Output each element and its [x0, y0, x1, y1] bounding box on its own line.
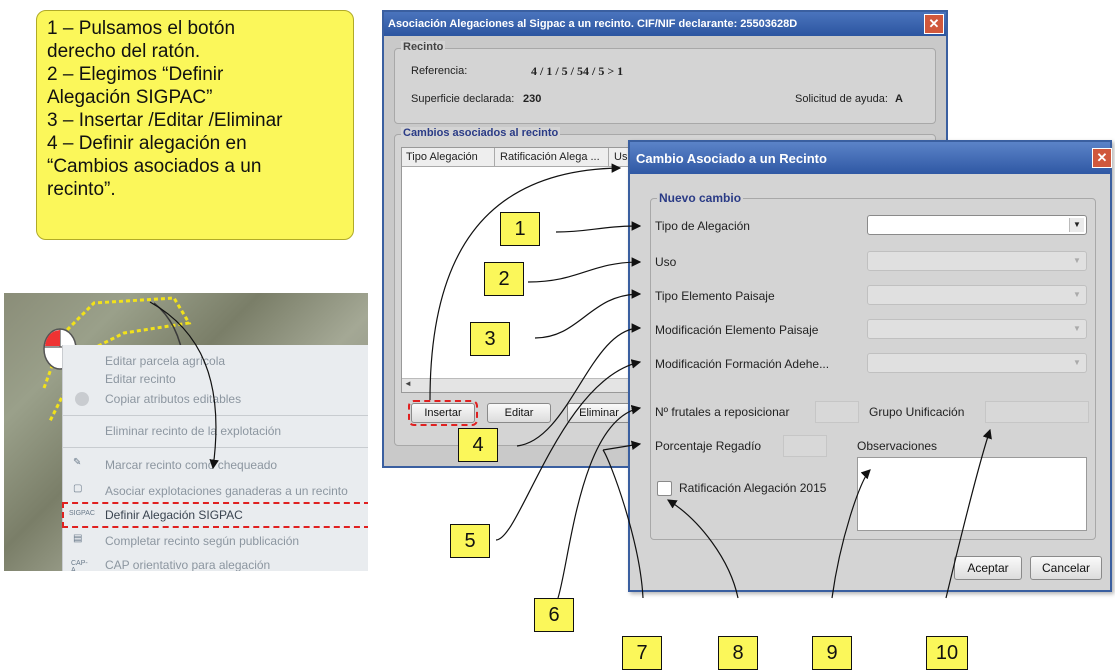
callout-5: 5	[450, 524, 490, 558]
callout-6: 6	[534, 598, 574, 632]
callout-3: 3	[470, 322, 510, 356]
callout-1: 1	[500, 212, 540, 246]
callout-9: 9	[812, 636, 852, 670]
callout-arrows	[149, 163, 992, 599]
callout-2: 2	[484, 262, 524, 296]
callout-10: 10	[926, 636, 968, 670]
callout-4: 4	[458, 428, 498, 462]
callout-8: 8	[718, 636, 758, 670]
callout-7: 7	[622, 636, 662, 670]
